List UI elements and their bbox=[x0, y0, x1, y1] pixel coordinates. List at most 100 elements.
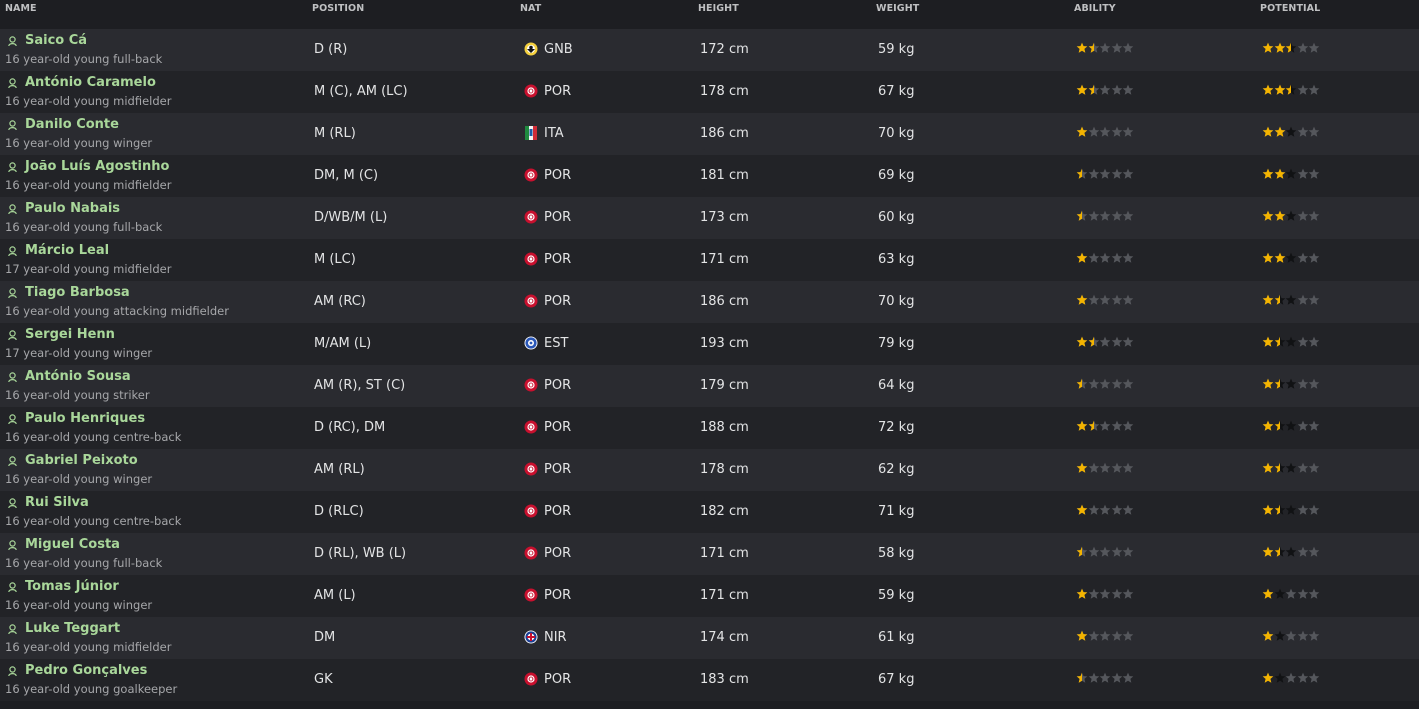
ability-star-icon bbox=[1088, 420, 1099, 431]
player-name-link[interactable]: António Sousa bbox=[25, 369, 131, 384]
player-name-link[interactable]: Luke Teggart bbox=[25, 621, 120, 636]
table-row[interactable]: Saico Cá 16 year-old young full-back D (… bbox=[0, 29, 1419, 71]
ability-star-icon bbox=[1099, 126, 1111, 137]
person-icon bbox=[8, 414, 17, 424]
ability-star-icon bbox=[1099, 294, 1111, 305]
player-name-link[interactable]: Gabriel Peixoto bbox=[25, 453, 138, 468]
column-header-height[interactable]: HEIGHT bbox=[698, 3, 739, 14]
table-row[interactable]: Paulo Henriques 16 year-old young centre… bbox=[0, 407, 1419, 449]
ability-star-icon bbox=[1099, 672, 1111, 683]
ability-star-icon bbox=[1111, 672, 1122, 683]
ability-star-icon bbox=[1122, 546, 1134, 557]
potential-star-icon bbox=[1285, 294, 1297, 305]
table-row[interactable]: Luke Teggart 16 year-old young midfielde… bbox=[0, 617, 1419, 659]
player-height: 186 cm bbox=[700, 294, 749, 309]
player-height: 171 cm bbox=[700, 546, 749, 561]
ability-star-icon bbox=[1099, 210, 1111, 221]
column-header-nat[interactable]: NAT bbox=[520, 3, 541, 14]
player-name-link[interactable]: Tiago Barbosa bbox=[25, 285, 130, 300]
player-name-link[interactable]: António Caramelo bbox=[25, 75, 156, 90]
player-description: 16 year-old young goalkeeper bbox=[5, 682, 178, 696]
potential-star-icon bbox=[1285, 126, 1297, 137]
player-nationality: GNB bbox=[544, 42, 573, 57]
potential-star-icon bbox=[1274, 546, 1285, 557]
ability-star-icon bbox=[1111, 252, 1122, 263]
potential-star-icon bbox=[1274, 462, 1285, 473]
table-row[interactable]: Gabriel Peixoto 16 year-old young winger… bbox=[0, 449, 1419, 491]
person-icon bbox=[8, 288, 17, 298]
table-row[interactable]: João Luís Agostinho 16 year-old young mi… bbox=[0, 155, 1419, 197]
potential-star-icon bbox=[1274, 336, 1285, 347]
potential-star-icon bbox=[1297, 210, 1308, 221]
column-header-ability[interactable]: ABILITY bbox=[1074, 3, 1116, 14]
player-nationality: POR bbox=[544, 588, 572, 603]
person-icon bbox=[8, 120, 17, 130]
potential-star-icon bbox=[1297, 252, 1308, 263]
ability-star-icon bbox=[1076, 504, 1088, 515]
player-description: 16 year-old young midfielder bbox=[5, 178, 172, 192]
player-position: M (RL) bbox=[314, 126, 356, 141]
ability-star-icon bbox=[1122, 462, 1134, 473]
ability-star-icon bbox=[1076, 588, 1088, 599]
table-row[interactable]: Tomas Júnior 16 year-old young winger AM… bbox=[0, 575, 1419, 617]
player-nationality: POR bbox=[544, 294, 572, 309]
ability-star-icon bbox=[1076, 336, 1088, 347]
player-position: D (RL), WB (L) bbox=[314, 546, 407, 561]
person-icon bbox=[8, 498, 17, 508]
table-row[interactable]: Tiago Barbosa 16 year-old young attackin… bbox=[0, 281, 1419, 323]
table-row[interactable]: Danilo Conte 16 year-old young winger M … bbox=[0, 113, 1419, 155]
column-header-position[interactable]: POSITION bbox=[312, 3, 364, 14]
player-name-link[interactable]: Saico Cá bbox=[25, 33, 87, 48]
table-row[interactable]: Miguel Costa 16 year-old young full-back… bbox=[0, 533, 1419, 575]
ability-star-icon bbox=[1122, 126, 1134, 137]
player-nationality: POR bbox=[544, 420, 572, 435]
nir-flag-icon bbox=[524, 630, 538, 644]
player-name-link[interactable]: Miguel Costa bbox=[25, 537, 120, 552]
player-name-link[interactable]: Sergei Henn bbox=[25, 327, 115, 342]
table-row[interactable]: Paulo Nabais 16 year-old young full-back… bbox=[0, 197, 1419, 239]
player-name-link[interactable]: Paulo Henriques bbox=[25, 411, 145, 426]
player-name-link[interactable]: Tomas Júnior bbox=[25, 579, 119, 594]
player-name-link[interactable]: Pedro Gonçalves bbox=[25, 663, 147, 678]
ability-star-icon bbox=[1111, 504, 1122, 515]
ability-star-icon bbox=[1076, 210, 1088, 221]
player-description: 17 year-old young winger bbox=[5, 346, 153, 360]
table-row[interactable]: Márcio Leal 17 year-old young midfielder… bbox=[0, 239, 1419, 281]
ability-star-icon bbox=[1099, 378, 1111, 389]
potential-star-icon bbox=[1262, 420, 1274, 431]
player-name-link[interactable]: Rui Silva bbox=[25, 495, 89, 510]
table-row[interactable]: Rui Silva 16 year-old young centre-back … bbox=[0, 491, 1419, 533]
ability-star-icon bbox=[1088, 252, 1099, 263]
player-position: D (RC), DM bbox=[314, 420, 386, 435]
player-name-link[interactable]: João Luís Agostinho bbox=[25, 159, 169, 174]
player-height: 182 cm bbox=[700, 504, 749, 519]
column-header-potential[interactable]: POTENTIAL bbox=[1260, 3, 1320, 14]
potential-star-icon bbox=[1285, 462, 1297, 473]
player-position: M (LC) bbox=[314, 252, 356, 267]
player-name-link[interactable]: Paulo Nabais bbox=[25, 201, 120, 216]
person-icon bbox=[8, 540, 17, 550]
player-nationality: POR bbox=[544, 210, 572, 225]
potential-star-icon bbox=[1308, 588, 1320, 599]
player-weight: 61 kg bbox=[878, 630, 915, 645]
potential-star-icon bbox=[1308, 336, 1320, 347]
player-weight: 67 kg bbox=[878, 672, 915, 687]
potential-star-icon bbox=[1285, 84, 1297, 95]
potential-star-icon bbox=[1285, 336, 1297, 347]
person-icon bbox=[8, 624, 17, 634]
column-header-name[interactable]: NAME bbox=[5, 3, 37, 14]
table-row[interactable]: António Caramelo 16 year-old young midfi… bbox=[0, 71, 1419, 113]
player-height: 193 cm bbox=[700, 336, 749, 351]
player-description: 17 year-old young midfielder bbox=[5, 262, 172, 276]
player-position: AM (RC) bbox=[314, 294, 366, 309]
column-header-weight[interactable]: WEIGHT bbox=[876, 3, 919, 14]
table-row[interactable]: António Sousa 16 year-old young striker … bbox=[0, 365, 1419, 407]
ability-star-icon bbox=[1099, 252, 1111, 263]
ability-star-icon bbox=[1076, 168, 1088, 179]
player-name-link[interactable]: Márcio Leal bbox=[25, 243, 109, 258]
person-icon bbox=[8, 204, 17, 214]
player-name-link[interactable]: Danilo Conte bbox=[25, 117, 119, 132]
table-row[interactable]: Pedro Gonçalves 16 year-old young goalke… bbox=[0, 659, 1419, 701]
potential-star-icon bbox=[1274, 420, 1285, 431]
table-row[interactable]: Sergei Henn 17 year-old young winger M/A… bbox=[0, 323, 1419, 365]
